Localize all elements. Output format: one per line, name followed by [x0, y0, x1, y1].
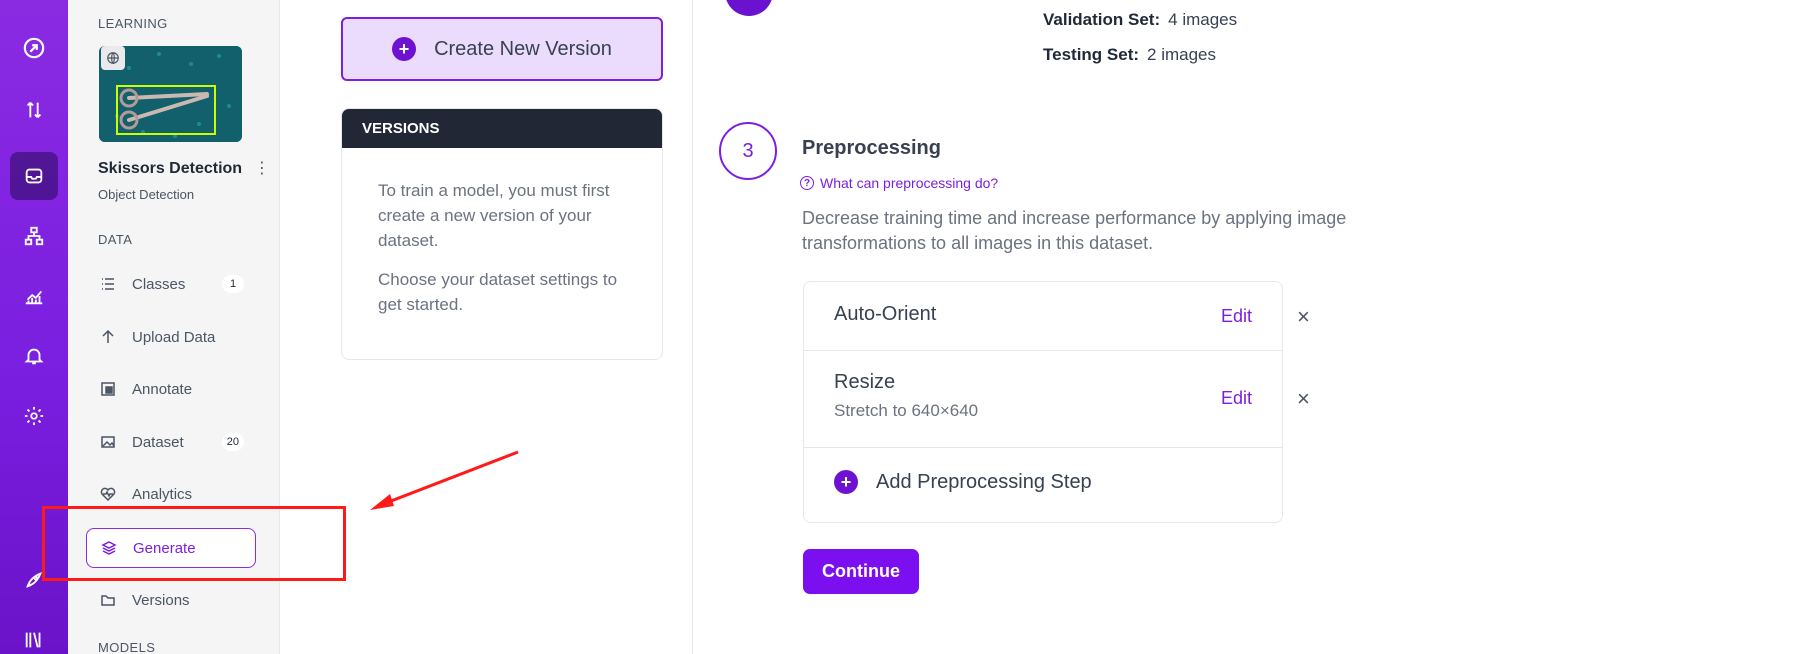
preprocessing-steps-card: Auto-Orient Edit Resize Stretch to 640×6…	[803, 281, 1283, 523]
preprocessing-help-link[interactable]: ? What can preprocessing do?	[800, 175, 998, 191]
plus-icon: +	[834, 470, 858, 494]
heart-pulse-icon	[100, 486, 116, 502]
create-new-version-label: Create New Version	[434, 37, 612, 60]
versions-help-text-2: Choose your dataset settings to get star…	[378, 270, 618, 314]
continue-button[interactable]: Continue	[803, 549, 919, 594]
count-badge: 20	[221, 433, 244, 451]
sidebar-item-label: Annotate	[132, 380, 193, 398]
edit-resize-button[interactable]: Edit	[1221, 388, 1252, 409]
column-divider	[692, 0, 693, 654]
preprocessing-step-name: Auto-Orient	[834, 303, 937, 325]
sidebar-item-versions[interactable]: Versions	[86, 580, 256, 620]
sidebar-item-label: Analytics	[132, 485, 193, 503]
analytics-icon[interactable]	[10, 272, 58, 320]
more-options-icon[interactable]: ⋮	[254, 160, 270, 178]
testing-label: Testing Set:	[1043, 45, 1140, 64]
image-icon	[100, 434, 116, 450]
sidebar-item-label: Upload Data	[132, 328, 216, 346]
count-badge: 1	[222, 275, 244, 293]
help-link-label: What can preprocessing do?	[820, 175, 999, 191]
sidebar-item-annotate[interactable]: Annotate	[86, 369, 256, 409]
sidebar-item-dataset[interactable]: Dataset 20	[86, 422, 256, 462]
highlight-box	[42, 506, 346, 581]
validation-value: 4 images	[1168, 10, 1238, 29]
plus-icon: +	[392, 37, 417, 61]
step-title: Preprocessing	[802, 137, 941, 159]
sidebar-item-label: Classes	[132, 275, 186, 293]
versions-header: VERSIONS	[342, 109, 662, 148]
gear-icon[interactable]	[10, 392, 58, 440]
sidebar-item-label: Versions	[132, 591, 190, 609]
add-step-label: Add Preprocessing Step	[876, 470, 1092, 493]
workflows-icon[interactable]	[10, 212, 58, 260]
validation-label: Validation Set:	[1043, 10, 1161, 29]
create-new-version-button[interactable]: + Create New Version	[341, 17, 663, 81]
step-description: Decrease training time and increase perf…	[802, 208, 1347, 253]
project-type: Object Detection	[98, 187, 195, 202]
remove-resize-close-icon[interactable]: ×	[1297, 388, 1310, 410]
globe-icon	[101, 46, 125, 70]
testing-set-info: Testing Set: 2 images	[1043, 45, 1216, 65]
versions-panel: VERSIONS To train a model, you must firs…	[341, 108, 663, 360]
annotation-arrow-icon	[370, 450, 519, 510]
preprocessing-row-resize: Resize Stretch to 640×640 Edit	[804, 351, 1282, 448]
preprocessing-step-name: Resize	[834, 371, 896, 393]
bell-icon[interactable]	[10, 332, 58, 380]
add-preprocessing-step-button[interactable]: + Add Preprocessing Step	[834, 470, 1092, 494]
sidebar-item-upload-data[interactable]: Upload Data	[86, 317, 256, 357]
preprocessing-step-detail: Stretch to 640×640	[834, 401, 979, 420]
annotate-icon	[100, 381, 116, 397]
validation-set-info: Validation Set: 4 images	[1043, 10, 1237, 30]
project-name: Skissors Detection	[98, 160, 243, 177]
arrow-up-icon	[100, 329, 116, 345]
library-icon[interactable]	[10, 616, 58, 654]
step-indicator-previous	[725, 0, 773, 16]
workspace-label: LEARNING	[98, 16, 168, 31]
edit-auto-orient-button[interactable]: Edit	[1221, 306, 1252, 327]
testing-value: 2 images	[1147, 45, 1217, 64]
question-icon: ?	[800, 176, 814, 190]
sidebar-item-label: Dataset	[132, 433, 184, 451]
roboflow-logo-icon[interactable]	[10, 24, 58, 72]
step-number: 3	[719, 122, 777, 180]
transfer-icon[interactable]	[10, 86, 58, 134]
inbox-icon[interactable]	[10, 152, 58, 200]
models-section-label: MODELS	[98, 640, 156, 654]
list-icon	[100, 276, 116, 292]
data-section-label: DATA	[98, 232, 133, 247]
preprocessing-row-auto-orient: Auto-Orient Edit	[804, 282, 1282, 351]
versions-help-text: To train a model, you must first create …	[378, 181, 610, 250]
folder-icon	[100, 592, 116, 608]
sidebar-item-classes[interactable]: Classes 1	[86, 264, 256, 304]
remove-auto-orient-close-icon[interactable]: ×	[1297, 306, 1310, 328]
